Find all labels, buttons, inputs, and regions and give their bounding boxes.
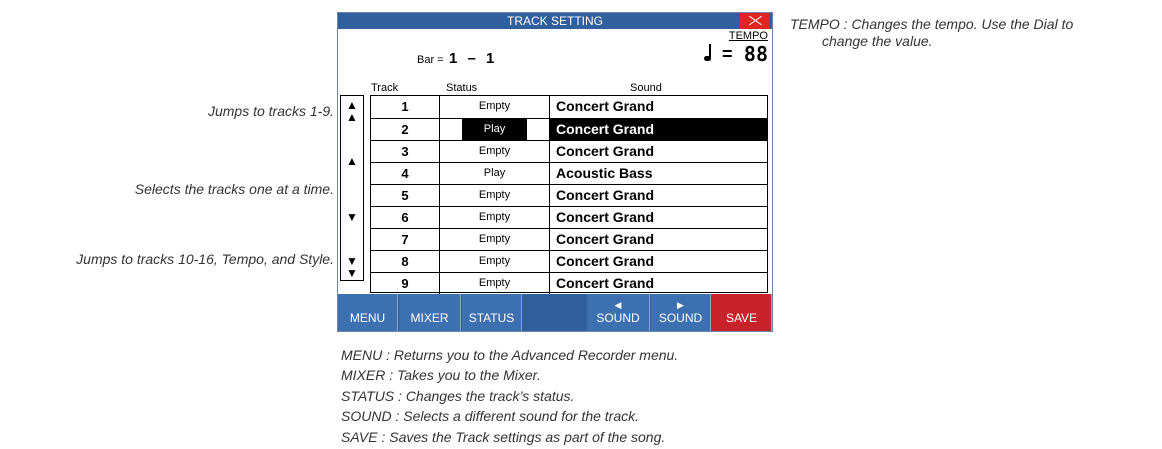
- track-status-cell[interactable]: Play: [439, 163, 549, 184]
- track-status-cell[interactable]: Empty: [439, 185, 549, 206]
- note-tempo-cont: change the value.: [822, 33, 933, 49]
- left-arrow-icon: ◀: [614, 300, 622, 310]
- track-number: 1: [401, 99, 409, 114]
- track-sound[interactable]: Concert Grand: [549, 141, 767, 162]
- track-row[interactable]: 3 Empty Concert Grand: [371, 140, 767, 162]
- title-bar: TRACK SETTING: [338, 13, 772, 29]
- track-number: 5: [401, 188, 409, 203]
- bottom-button-bar: MENU MIXER STATUS ◀ SOUND ▶ SOUND SAVE: [338, 294, 772, 331]
- column-sound: Sound: [630, 82, 662, 94]
- tempo-label: TEMPO: [728, 30, 768, 42]
- menu-button[interactable]: MENU: [338, 294, 398, 331]
- bar-label: Bar =: [417, 54, 444, 66]
- track-status: Empty: [478, 233, 511, 245]
- track-row[interactable]: 9 Empty Concert Grand: [371, 272, 767, 294]
- quarter-note-icon: [704, 44, 711, 61]
- screen-title: TRACK SETTING: [506, 14, 603, 28]
- track-number: 2: [401, 122, 409, 137]
- track-status-cell[interactable]: Empty: [439, 273, 549, 294]
- mixer-button[interactable]: MIXER: [399, 294, 461, 331]
- note-tempo: TEMPO : Changes the tempo. Use the Dial …: [790, 16, 1074, 32]
- track-status: Empty: [478, 255, 511, 267]
- mixer-button-label: MIXER: [410, 311, 449, 325]
- tempo-equals: =: [722, 44, 733, 64]
- track-row[interactable]: 6 Empty Concert Grand: [371, 206, 767, 228]
- note-save: SAVE : Saves the Track settings as part …: [341, 429, 666, 445]
- track-status: Empty: [478, 100, 511, 112]
- sound-next-label: SOUND: [658, 311, 703, 325]
- track-status-cell[interactable]: Empty: [439, 207, 549, 228]
- track-number: 3: [401, 144, 409, 159]
- up-arrow-icon[interactable]: ▲: [341, 155, 363, 167]
- bar-value: 1 – 1: [449, 50, 495, 67]
- track-row[interactable]: 8 Empty Concert Grand: [371, 250, 767, 272]
- column-status: Status: [446, 82, 478, 94]
- track-row[interactable]: 4 Play Acoustic Bass: [371, 162, 767, 184]
- track-status-cell[interactable]: Empty: [439, 229, 549, 250]
- track-status-cell[interactable]: Empty: [439, 251, 549, 272]
- track-list: 1 Empty Concert Grand 2 Play Concert Grand 3 Em…: [370, 95, 768, 294]
- track-status: Empty: [478, 145, 511, 157]
- track-number: 8: [401, 254, 409, 269]
- status-button[interactable]: STATUS: [462, 294, 522, 331]
- track-row[interactable]: 5 Empty Concert Grand: [371, 184, 767, 206]
- track-row[interactable]: 1 Empty Concert Grand: [371, 96, 767, 118]
- track-status: Play: [461, 119, 528, 140]
- track-sound[interactable]: Concert Grand: [549, 207, 767, 228]
- note-sound: SOUND : Selects a different sound for th…: [341, 408, 640, 424]
- track-number: 9: [401, 276, 409, 291]
- track-status: Play: [483, 167, 506, 179]
- note-jump-top: Jumps to tracks 1-9.: [207, 103, 334, 119]
- track-sound[interactable]: Concert Grand: [549, 185, 767, 206]
- save-button-label: SAVE: [725, 311, 758, 325]
- track-number: 6: [401, 210, 409, 225]
- save-button[interactable]: SAVE: [712, 294, 772, 331]
- track-sound[interactable]: Concert Grand: [549, 119, 767, 140]
- track-status: Empty: [478, 277, 511, 289]
- menu-button-label: MENU: [349, 311, 386, 325]
- track-number: 4: [401, 166, 409, 181]
- track-row[interactable]: 2 Play Concert Grand: [371, 118, 767, 140]
- track-status: Empty: [478, 189, 511, 201]
- down-arrow-icon[interactable]: ▼: [341, 211, 363, 223]
- note-mixer: MIXER : Takes you to the Mixer.: [341, 367, 541, 383]
- note-status: STATUS : Changes the track’s status.: [341, 388, 575, 404]
- tempo-value[interactable]: 88: [744, 42, 768, 66]
- track-sound[interactable]: Acoustic Bass: [549, 163, 767, 184]
- track-sound[interactable]: Concert Grand: [549, 273, 767, 294]
- double-up-arrow-icon[interactable]: ▲ ▲: [341, 99, 363, 123]
- status-button-label: STATUS: [468, 311, 515, 325]
- track-sound[interactable]: Concert Grand: [549, 251, 767, 272]
- note-step: Selects the tracks one at a time.: [134, 181, 334, 197]
- track-row[interactable]: 7 Empty Concert Grand: [371, 228, 767, 250]
- track-status-cell[interactable]: Empty: [439, 96, 549, 118]
- note-menu: MENU : Returns you to the Advanced Recor…: [341, 347, 679, 363]
- close-icon[interactable]: [740, 13, 770, 29]
- sound-prev-label: SOUND: [596, 311, 640, 325]
- sound-prev-button[interactable]: ◀ SOUND: [587, 294, 650, 331]
- track-setting-screen: TRACK SETTING TEMPO = 88 Bar = 1 – 1 Tra…: [337, 12, 773, 332]
- track-status-cell[interactable]: Play: [439, 119, 549, 140]
- scroll-buttons: ▲ ▲ ▲ ▼ ▼ ▼: [340, 95, 364, 281]
- right-arrow-icon: ▶: [677, 300, 684, 310]
- track-number: 7: [401, 232, 409, 247]
- track-status-cell[interactable]: Empty: [439, 141, 549, 162]
- sound-next-button[interactable]: ▶ SOUND: [651, 294, 711, 331]
- column-track: Track: [371, 82, 399, 94]
- note-jump-bottom: Jumps to tracks 10-16, Tempo, and Style.: [76, 251, 334, 267]
- double-down-arrow-icon[interactable]: ▼ ▼: [341, 255, 363, 279]
- track-status: Empty: [478, 211, 511, 223]
- track-sound[interactable]: Concert Grand: [549, 96, 767, 118]
- track-sound[interactable]: Concert Grand: [549, 229, 767, 250]
